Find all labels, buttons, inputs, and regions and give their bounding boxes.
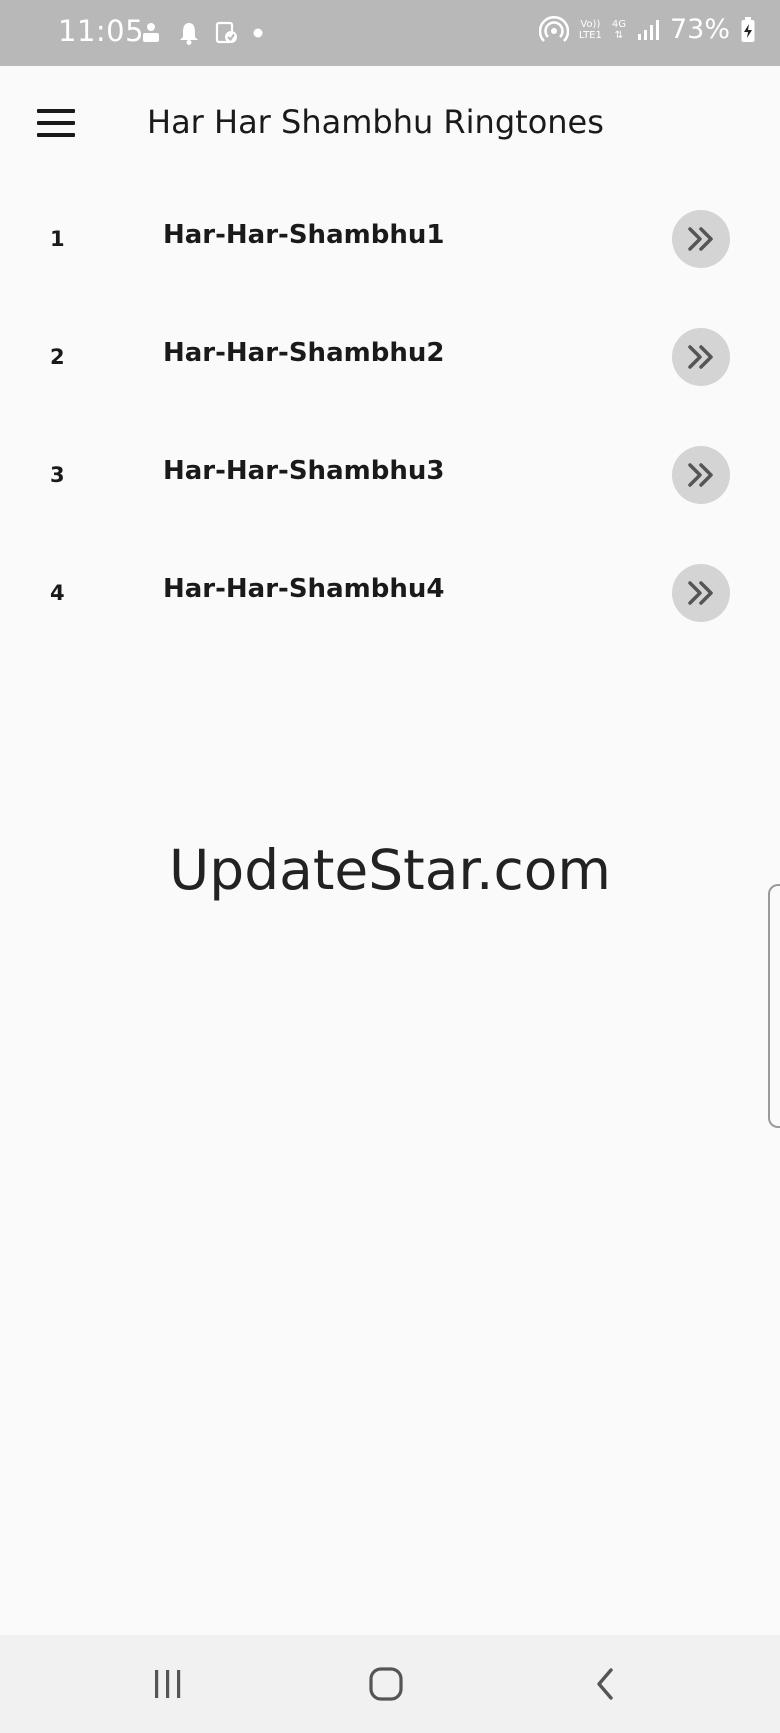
list-item[interactable]: 2 Har-Har-Shambhu2	[0, 298, 780, 416]
double-chevron-right-icon	[688, 463, 713, 487]
notification-icons	[138, 20, 264, 46]
app-bar: Har Har Shambhu Ringtones	[0, 66, 780, 182]
data-arrows-icon: ⇅	[614, 29, 624, 41]
double-chevron-right-icon	[688, 581, 713, 605]
back-button[interactable]	[555, 1635, 655, 1733]
item-title: Har-Har-Shambhu3	[163, 456, 445, 486]
battery-percent: 73%	[669, 14, 730, 45]
open-ringtone-button[interactable]	[672, 328, 730, 386]
item-title: Har-Har-Shambhu2	[163, 338, 445, 368]
home-button[interactable]	[336, 1635, 436, 1733]
signal-icon	[637, 19, 659, 40]
nav-bar	[0, 1635, 780, 1733]
back-icon	[597, 1668, 613, 1700]
volte-label-top: Vo))	[580, 18, 601, 30]
recent-apps-button[interactable]	[118, 1635, 218, 1733]
status-right: Vo)) LTE1 4G ⇅ 73%	[538, 14, 756, 45]
edge-panel-handle[interactable]	[768, 884, 780, 1128]
bell-icon	[180, 23, 198, 45]
volte-label-bottom: LTE1	[578, 29, 602, 41]
list-item[interactable]: 3 Har-Har-Shambhu3	[0, 416, 780, 534]
item-number: 4	[50, 581, 65, 605]
app-notification-icon	[143, 23, 159, 42]
hamburger-menu-icon[interactable]	[37, 109, 75, 139]
battery-charging-icon	[741, 16, 755, 42]
task-check-icon	[215, 21, 237, 44]
open-ringtone-button[interactable]	[672, 210, 730, 268]
item-number: 3	[50, 463, 65, 487]
home-icon	[369, 1667, 403, 1701]
item-number: 1	[50, 227, 65, 251]
volte-indicator: Vo)) LTE1	[579, 19, 602, 41]
item-title: Har-Har-Shambhu4	[163, 574, 445, 604]
network-type-label: 4G	[611, 18, 626, 30]
watermark: UpdateStar.com	[169, 838, 611, 902]
double-chevron-right-icon	[688, 345, 713, 369]
item-title: Har-Har-Shambhu1	[163, 220, 445, 250]
open-ringtone-button[interactable]	[672, 446, 730, 504]
list-item[interactable]: 1 Har-Har-Shambhu1	[0, 180, 780, 298]
dot-icon	[253, 28, 263, 38]
open-ringtone-button[interactable]	[672, 564, 730, 622]
page-title: Har Har Shambhu Ringtones	[147, 103, 604, 141]
network-type-indicator: 4G ⇅	[612, 19, 626, 41]
status-time: 11:05	[58, 14, 145, 48]
hotspot-icon	[538, 15, 569, 42]
status-bar: 11:05 Vo)) LTE1 4G ⇅ 73%	[0, 0, 780, 66]
double-chevron-right-icon	[688, 227, 713, 251]
recent-apps-icon	[155, 1670, 181, 1698]
list-item[interactable]: 4 Har-Har-Shambhu4	[0, 534, 780, 652]
item-number: 2	[50, 345, 65, 369]
